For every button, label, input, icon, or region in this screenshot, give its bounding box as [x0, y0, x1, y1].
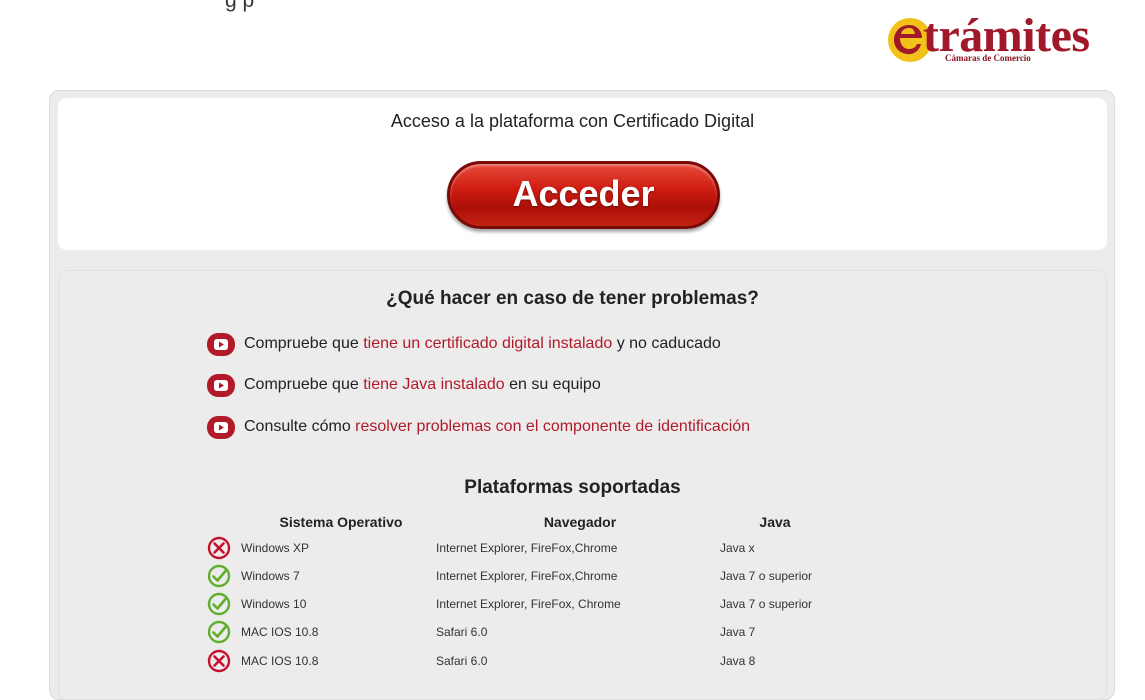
java-cell: Java 7 o superior: [720, 597, 813, 611]
check-circle-icon: [207, 564, 231, 588]
browser-cell: Internet Explorer, FireFox,Chrome: [436, 541, 618, 555]
play-icon: [207, 373, 235, 397]
os-cell: Windows 7: [241, 569, 300, 583]
browser-cell: Safari 6.0: [436, 654, 488, 668]
os-cell: Windows XP: [241, 541, 310, 555]
browser-cell: Internet Explorer, FireFox,Chrome: [436, 569, 618, 583]
certificate-link[interactable]: tiene un certificado digital instalado: [363, 335, 612, 353]
component-link[interactable]: resolver problemas con el componente de …: [355, 418, 750, 436]
help-item-component: Consulte cómo resolver problemas con el …: [206, 413, 750, 441]
play-icon: [207, 332, 235, 356]
table-row: Windows 7 Internet Explorer, FireFox,Chro…: [207, 564, 1027, 590]
column-header-java: Java: [759, 514, 791, 530]
help-item-certificate: Compruebe que tiene un certificado digit…: [206, 330, 721, 358]
table-row: MAC IOS 10.8 Safari 6.0 Java 7: [207, 620, 1027, 646]
java-cell: Java x: [720, 541, 755, 555]
top-cropped-text: g p: [225, 0, 255, 12]
help-title: ¿Qué hacer en caso de tener problemas?: [386, 288, 759, 309]
table-row: Windows XP Internet Explorer, FireFox,Chr…: [207, 536, 1027, 562]
platforms-title: Plataformas soportadas: [464, 477, 681, 498]
column-header-os: Sistema Operativo: [279, 514, 403, 530]
java-cell: Java 8: [720, 654, 756, 668]
play-icon: [207, 415, 235, 439]
os-cell: Windows 10: [241, 597, 307, 611]
etramites-logo[interactable]: trámites Cámaras de Comercio: [885, 9, 1117, 68]
logo-subtitle: Cámaras de Comercio: [945, 53, 1031, 63]
java-link[interactable]: tiene Java instalado: [363, 376, 504, 394]
access-title: Acceso a la plataforma con Certificado D…: [390, 111, 755, 131]
check-circle-icon: [207, 592, 231, 616]
browser-cell: Safari 6.0: [436, 625, 488, 639]
help-item-text: y no caducado: [616, 335, 721, 352]
help-item-text: Compruebe que: [244, 376, 359, 393]
column-header-browser: Navegador: [543, 514, 617, 530]
help-item-text: en su equipo: [509, 376, 601, 393]
help-item-java: Compruebe que tiene Java instalado en su…: [206, 371, 601, 399]
help-item-text: Consulte cómo: [244, 418, 351, 435]
java-cell: Java 7 o superior: [720, 569, 813, 583]
os-cell: MAC IOS 10.8: [241, 625, 319, 639]
os-cell: MAC IOS 10.8: [241, 654, 319, 668]
table-row: MAC IOS 10.8 Safari 6.0 Java 8: [207, 649, 1027, 675]
acceder-button[interactable]: Acceder: [447, 161, 720, 229]
table-row: Windows 10 Internet Explorer, FireFox, Ch…: [207, 592, 1027, 618]
check-circle-icon: [207, 620, 231, 644]
x-circle-icon: [207, 649, 231, 673]
browser-cell: Internet Explorer, FireFox, Chrome: [436, 597, 621, 611]
java-cell: Java 7: [720, 625, 756, 639]
help-item-text: Compruebe que: [244, 335, 359, 352]
x-circle-icon: [207, 536, 231, 560]
